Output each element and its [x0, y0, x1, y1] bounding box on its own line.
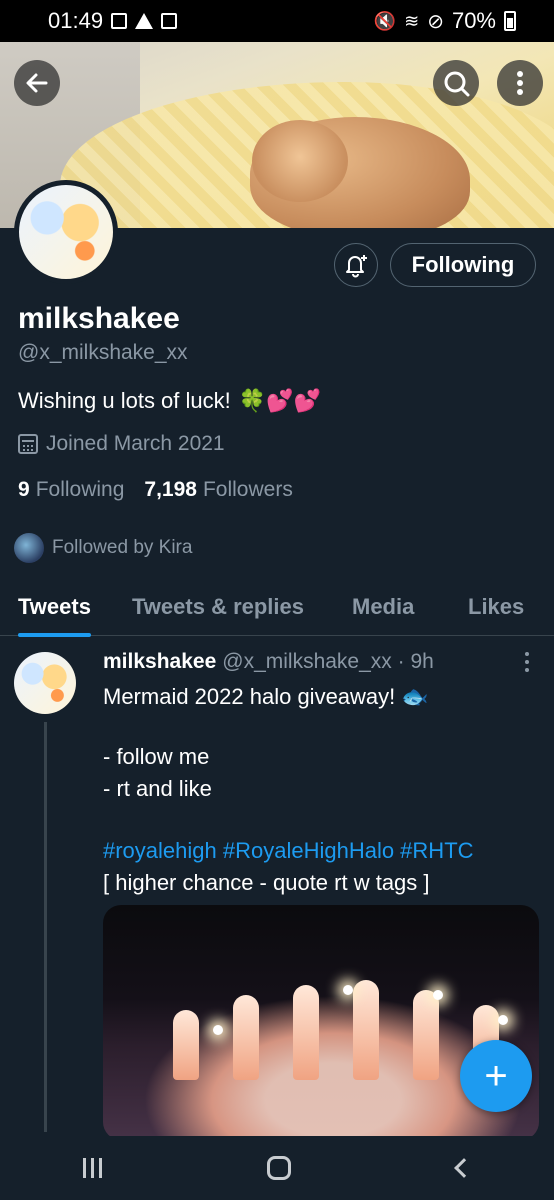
joined-date: Joined March 2021: [18, 432, 225, 456]
bio-emoji: 🍀💕💕: [238, 388, 321, 413]
tab-tweets-replies[interactable]: Tweets & replies: [132, 578, 304, 636]
followed-by-text: Followed by Kira: [52, 537, 193, 558]
following-label: Following: [35, 478, 125, 501]
tweet-author-name[interactable]: milkshakee: [103, 650, 216, 674]
compose-tweet-button[interactable]: +: [460, 1040, 532, 1112]
profile-avatar[interactable]: [14, 180, 118, 284]
joined-text: Joined March 2021: [46, 432, 225, 455]
back-button[interactable]: [14, 60, 60, 106]
tweet-more-button[interactable]: [520, 652, 534, 672]
followers-label: Followers: [202, 478, 293, 501]
profile-bio: Wishing u lots of luck! 🍀💕💕: [18, 388, 321, 414]
tab-tweets[interactable]: Tweets: [18, 578, 91, 637]
tweet-text-line: - follow me: [103, 744, 210, 769]
wifi-icon: ≋: [404, 10, 420, 31]
tweet-author-avatar[interactable]: [14, 652, 76, 714]
status-bar: 01:49 🔇 ≋ ⊘ 70%: [0, 0, 554, 42]
warning-icon: [135, 13, 154, 29]
follow-stats: 9 Following 7,198 Followers: [18, 478, 293, 502]
following-button[interactable]: Following: [390, 243, 536, 287]
bell-plus-icon: [346, 255, 367, 278]
home-button[interactable]: [267, 1156, 292, 1180]
tweet-text-line: - rt and like: [103, 776, 212, 801]
profile-tabs: Tweets Tweets & replies Media Likes: [0, 578, 554, 637]
tab-likes[interactable]: Likes: [468, 578, 524, 636]
thread-line: [44, 722, 47, 1132]
bio-text: Wishing u lots of luck!: [18, 388, 231, 413]
calendar-icon: [18, 434, 38, 454]
followers-count: 7,198: [144, 478, 197, 501]
following-count-link[interactable]: 9 Following: [18, 478, 124, 502]
following-count: 9: [18, 478, 30, 501]
followers-count-link[interactable]: 7,198 Followers: [144, 478, 292, 502]
notifications-toggle-button[interactable]: [334, 243, 378, 287]
tweet-header: milkshakee @x_milkshake_xx · 9h: [103, 650, 434, 674]
more-options-button[interactable]: [497, 60, 543, 106]
tweet-text-line: Mermaid 2022 halo giveaway! 🐟: [103, 684, 429, 709]
search-button[interactable]: [433, 60, 479, 106]
tweet-meta: @x_milkshake_xx · 9h: [222, 650, 434, 673]
battery-icon: [504, 11, 516, 31]
gallery-icon: [111, 13, 128, 29]
system-navigation-bar: [0, 1136, 554, 1200]
followed-by-link[interactable]: Followed by Kira: [14, 533, 192, 563]
profile-handle: @x_milkshake_xx: [18, 341, 188, 364]
plus-icon: +: [484, 1053, 508, 1098]
system-back-button[interactable]: [454, 1158, 475, 1178]
battery-percent: 70%: [451, 8, 496, 33]
more-vertical-icon: [517, 71, 523, 95]
search-icon: [444, 71, 470, 97]
back-arrow-icon: [26, 73, 48, 93]
follower-avatar: [14, 533, 44, 563]
recents-button[interactable]: [82, 1158, 102, 1178]
profile-name: milkshakee: [18, 302, 180, 335]
tweet-hashtags[interactable]: #royalehigh #RoyaleHighHalo #RHTC: [103, 838, 474, 864]
mute-icon: 🔇: [373, 10, 397, 31]
blocked-icon: ⊘: [427, 10, 444, 33]
status-time: 01:49: [48, 8, 104, 33]
tweet-text-line: [ higher chance - quote rt w tags ]: [103, 870, 430, 895]
notification-icon: [161, 13, 178, 29]
tab-media[interactable]: Media: [352, 578, 414, 636]
